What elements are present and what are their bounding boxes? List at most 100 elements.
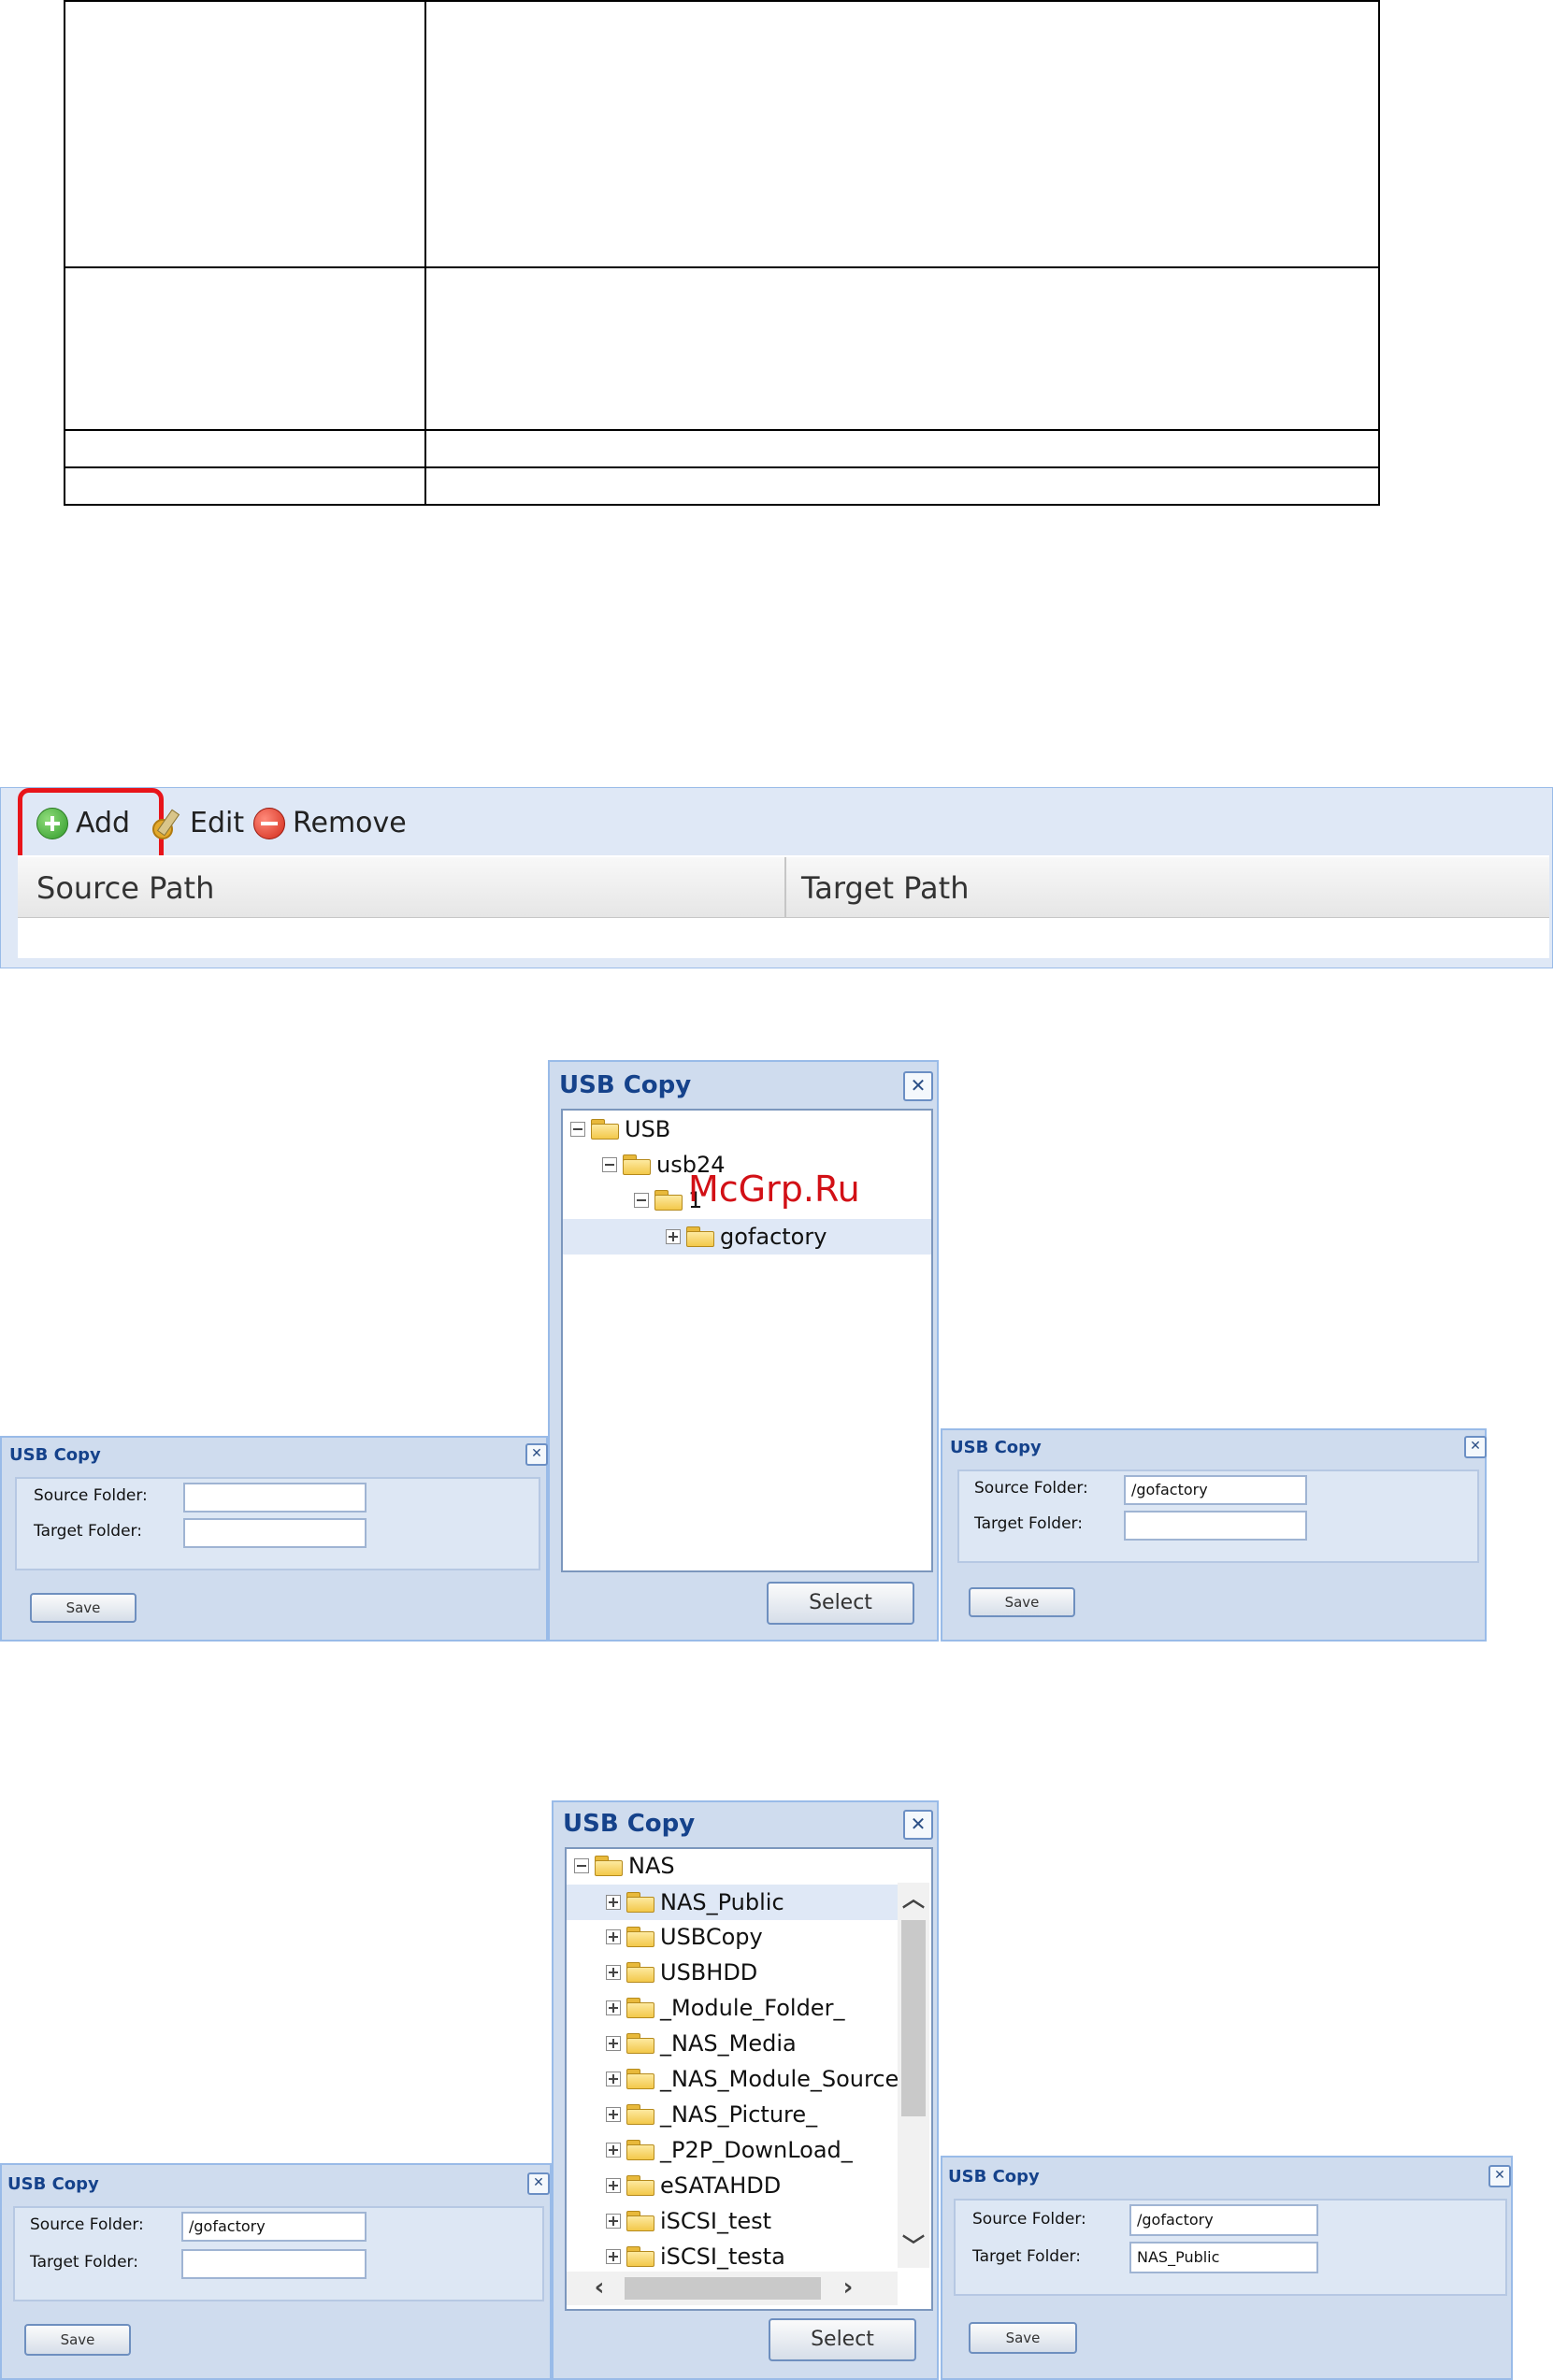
- edit-button[interactable]: Edit: [151, 807, 244, 839]
- folder-icon: [626, 1892, 654, 1913]
- source-folder-label: Source Folder:: [30, 2215, 144, 2234]
- save-button[interactable]: Save: [30, 1593, 137, 1623]
- remove-button[interactable]: Remove: [253, 807, 407, 839]
- scrollbar-thumb[interactable]: [901, 1920, 926, 2116]
- folder-icon: [626, 2069, 654, 2089]
- dialog-title: USB Copy: [7, 2174, 99, 2194]
- tree-node-p2p-download[interactable]: _P2P_DownLoad_: [606, 2137, 853, 2163]
- tree-node-nas-picture[interactable]: _NAS_Picture_: [606, 2101, 817, 2128]
- expand-icon[interactable]: [606, 1929, 621, 1944]
- expand-icon[interactable]: [606, 1895, 621, 1910]
- usb-copy-folder-picker-usb: USB Copy ✕ USB usb24 1 gofactory McGrp.R…: [548, 1060, 939, 1642]
- table-cell-r1-c2: [424, 0, 1380, 268]
- tree-node-usb[interactable]: USB: [570, 1116, 670, 1142]
- column-header-target-path[interactable]: Target Path: [801, 870, 969, 906]
- target-folder-input[interactable]: NAS_Public: [1129, 2242, 1318, 2273]
- edit-icon: [151, 808, 182, 839]
- usb-copy-dialog-before-target: USB Copy ✕ Source Folder: /gofactory Tar…: [0, 2163, 552, 2380]
- expand-icon[interactable]: [606, 2214, 621, 2229]
- tree-node-iscsi-test[interactable]: iSCSI_test: [606, 2208, 771, 2234]
- table-cell-r2-c1: [64, 266, 426, 431]
- tree-node-label: gofactory: [720, 1224, 827, 1250]
- tree-node-nas[interactable]: NAS: [574, 1853, 675, 1879]
- save-button[interactable]: Save: [969, 2322, 1077, 2354]
- select-button[interactable]: Select: [767, 1582, 914, 1625]
- save-button[interactable]: Save: [24, 2324, 131, 2356]
- expand-icon[interactable]: [606, 1965, 621, 1980]
- target-folder-input[interactable]: [1124, 1511, 1307, 1541]
- tree-node-nas-module-source[interactable]: _NAS_Module_Source_: [606, 2066, 910, 2092]
- close-icon[interactable]: ✕: [903, 1071, 933, 1101]
- tree-node-label: _Module_Folder_: [660, 1995, 845, 2021]
- tree-node-module-folder[interactable]: _Module_Folder_: [606, 1995, 844, 2021]
- expand-icon[interactable]: [606, 2036, 621, 2051]
- dialog-title: USB Copy: [563, 1810, 696, 1838]
- expand-icon[interactable]: [666, 1229, 681, 1244]
- close-icon[interactable]: ✕: [903, 1810, 933, 1840]
- tree-node-esatahdd[interactable]: eSATAHDD: [606, 2172, 781, 2199]
- tree-node-label: _NAS_Module_Source_: [660, 2066, 911, 2092]
- tree-node-iscsi-testa[interactable]: iSCSI_testa: [606, 2244, 785, 2270]
- tree-node-gofactory[interactable]: gofactory: [563, 1219, 931, 1255]
- close-icon[interactable]: ✕: [525, 1443, 548, 1466]
- expand-icon[interactable]: [606, 2107, 621, 2122]
- target-folder-label: Target Folder:: [974, 1514, 1083, 1533]
- target-folder-input[interactable]: [181, 2249, 367, 2279]
- tree-node-nas-public[interactable]: NAS_Public: [567, 1885, 898, 1920]
- remove-label: Remove: [293, 807, 407, 839]
- source-folder-input[interactable]: [183, 1483, 367, 1513]
- collapse-icon[interactable]: [574, 1858, 589, 1873]
- horizontal-scrollbar[interactable]: ‹ ›: [567, 2272, 898, 2305]
- folder-icon: [626, 1962, 654, 1983]
- scroll-left-icon[interactable]: ‹: [585, 2272, 613, 2305]
- target-folder-label: Target Folder:: [34, 1522, 142, 1541]
- edit-label: Edit: [190, 807, 245, 839]
- folder-open-icon: [595, 1856, 623, 1876]
- source-folder-label: Source Folder:: [974, 1479, 1088, 1498]
- hscrollbar-thumb[interactable]: [625, 2277, 821, 2300]
- expand-icon[interactable]: [606, 2143, 621, 2158]
- expand-icon[interactable]: [606, 2178, 621, 2193]
- tree-node-label: iSCSI_test: [660, 2208, 772, 2234]
- dialog-title: USB Copy: [948, 2167, 1040, 2186]
- scroll-down-icon[interactable]: ﹀: [898, 2230, 929, 2262]
- tree-node-label: _P2P_DownLoad_: [660, 2137, 853, 2163]
- target-folder-label: Target Folder:: [972, 2247, 1081, 2266]
- source-folder-input[interactable]: /gofactory: [181, 2212, 367, 2242]
- folder-icon: [626, 2175, 654, 2196]
- close-icon[interactable]: ✕: [527, 2172, 550, 2195]
- collapse-icon[interactable]: [634, 1193, 649, 1208]
- select-button[interactable]: Select: [769, 2318, 916, 2361]
- close-icon[interactable]: ✕: [1464, 1436, 1487, 1458]
- scroll-up-icon[interactable]: ︿: [898, 1883, 929, 1914]
- target-folder-label: Target Folder:: [30, 2253, 138, 2272]
- table-cell-r3-c1: [64, 429, 426, 468]
- close-icon[interactable]: ✕: [1488, 2165, 1511, 2187]
- expand-icon[interactable]: [606, 2072, 621, 2086]
- folder-icon: [626, 2104, 654, 2125]
- tree-node-label: iSCSI_testa: [660, 2244, 785, 2270]
- remove-icon: [253, 807, 285, 839]
- collapse-icon[interactable]: [602, 1157, 617, 1172]
- scroll-right-icon[interactable]: ›: [834, 2272, 862, 2305]
- collapse-icon[interactable]: [570, 1122, 585, 1137]
- grid-header: [18, 857, 1549, 918]
- tree-node-usbcopy[interactable]: USBCopy: [606, 1924, 763, 1950]
- expand-icon[interactable]: [606, 2000, 621, 2015]
- column-header-source-path[interactable]: Source Path: [36, 870, 214, 906]
- target-folder-input[interactable]: [183, 1518, 367, 1548]
- source-folder-input[interactable]: /gofactory: [1129, 2204, 1318, 2236]
- expand-icon[interactable]: [606, 2249, 621, 2264]
- save-button[interactable]: Save: [969, 1587, 1075, 1617]
- folder-icon: [626, 1998, 654, 2018]
- tree-node-label: eSATAHDD: [660, 2172, 782, 2199]
- source-folder-input[interactable]: /gofactory: [1124, 1475, 1307, 1505]
- folder-icon: [626, 2211, 654, 2231]
- vertical-scrollbar[interactable]: ︿ ﹀: [898, 1883, 929, 2268]
- tree-node-usbhdd[interactable]: USBHDD: [606, 1959, 757, 1986]
- tree-node-label: _NAS_Media: [660, 2030, 797, 2057]
- table-cell-r2-c2: [424, 266, 1380, 431]
- tree-node-nas-media[interactable]: _NAS_Media: [606, 2030, 797, 2057]
- dialog-title: USB Copy: [559, 1071, 692, 1099]
- grid-column-divider: [784, 857, 786, 917]
